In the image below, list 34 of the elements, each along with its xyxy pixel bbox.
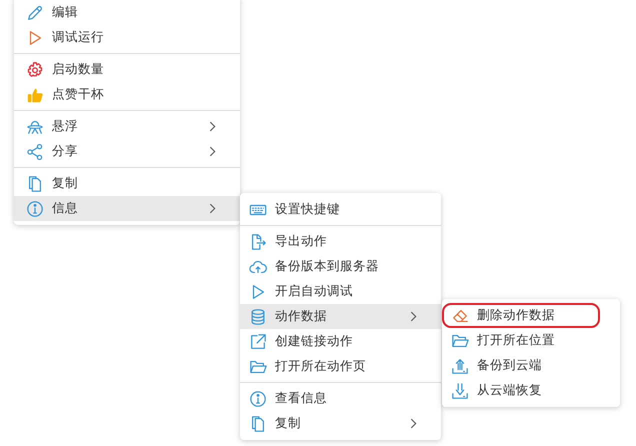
menu-item[interactable]: 悬浮	[14, 114, 240, 139]
copy-icon	[26, 174, 44, 192]
upload-icon	[451, 356, 469, 374]
menu-item[interactable]: 导出动作	[240, 229, 441, 254]
menu-item[interactable]: 从云端恢复	[442, 378, 620, 403]
thumbs-up-icon	[26, 86, 44, 104]
info-icon	[26, 200, 44, 218]
menu-item[interactable]: 备份版本到服务器	[240, 254, 441, 279]
download-icon	[451, 382, 469, 400]
menu-item[interactable]: 打开所在位置	[442, 328, 620, 353]
menu-item[interactable]: 删除动作数据	[442, 303, 600, 328]
menu-item[interactable]: 信息	[14, 196, 240, 221]
copy-icon	[249, 414, 267, 432]
menu-item[interactable]: 动作数据	[240, 304, 441, 329]
menu-item[interactable]: 设置快捷键	[240, 197, 441, 222]
menu-item[interactable]: 开启自动调试	[240, 279, 441, 304]
menu-item[interactable]: 调试运行	[14, 25, 240, 50]
external-link-icon	[249, 332, 267, 350]
menu-item[interactable]: 创建链接动作	[240, 329, 441, 354]
menu-item[interactable]: 启动数量	[14, 57, 240, 82]
pencil-icon	[26, 4, 44, 22]
gear-icon	[26, 60, 44, 78]
menu-item[interactable]: 备份到云端	[442, 353, 620, 378]
share-icon	[26, 142, 44, 160]
menu-item[interactable]: 打开所在动作页	[240, 354, 441, 379]
info-icon	[249, 390, 267, 408]
database-icon	[249, 308, 267, 326]
export-icon	[249, 232, 267, 250]
menu-item[interactable]: 分享	[14, 139, 240, 164]
menu-item[interactable]: 复制	[14, 171, 240, 196]
menu-item[interactable]: 复制	[240, 411, 441, 436]
menu-item[interactable]: 点赞干杯	[14, 82, 240, 107]
menu-item[interactable]: 编辑	[14, 0, 240, 25]
menu-item[interactable]: 查看信息	[240, 386, 441, 411]
